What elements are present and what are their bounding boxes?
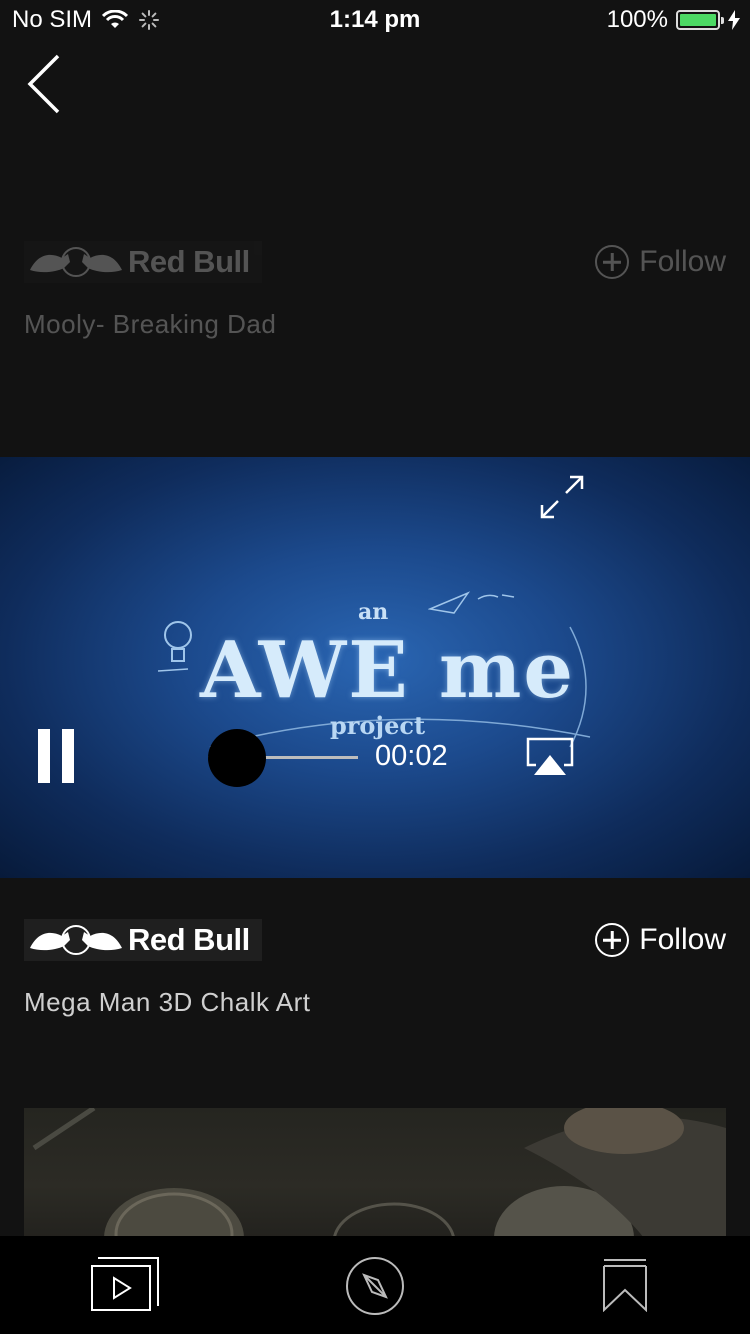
follow-label: Follow <box>639 245 726 278</box>
video-title[interactable]: Mega Man 3D Chalk Art <box>24 987 311 1018</box>
artwork-text-main: AWE me <box>200 625 575 716</box>
battery-icon <box>676 10 724 30</box>
pause-button[interactable] <box>36 729 76 783</box>
video-feed-icon <box>91 1257 159 1311</box>
compass-icon <box>346 1257 404 1315</box>
video-player[interactable]: an AWE me project 00:02 <box>0 457 750 878</box>
progress-scrubber[interactable] <box>208 729 266 787</box>
plus-circle-icon <box>595 923 630 957</box>
feed-item: Red Bull Follow Mooly- Breaking Dad <box>24 241 726 351</box>
video-title[interactable]: Mooly- Breaking Dad <box>24 309 276 340</box>
chalk-art-preview <box>32 1108 726 1238</box>
follow-button[interactable]: Follow <box>595 923 726 957</box>
tab-saved[interactable] <box>602 1256 648 1317</box>
status-right: 100% <box>607 6 740 34</box>
battery-level <box>680 14 716 26</box>
charging-bolt-icon <box>728 10 740 30</box>
airplay-button[interactable] <box>526 737 574 777</box>
chevron-left-icon <box>27 54 60 114</box>
video-thumbnail[interactable] <box>24 1108 726 1238</box>
brand-logo[interactable]: Red Bull <box>24 241 262 283</box>
red-bull-logo-icon <box>30 247 122 277</box>
artwork-text-small: an <box>358 599 389 625</box>
brand-name: Red Bull <box>128 922 250 957</box>
follow-button[interactable]: Follow <box>595 245 726 279</box>
tab-bar <box>0 1236 750 1334</box>
back-button[interactable] <box>22 52 70 116</box>
brand-logo[interactable]: Red Bull <box>24 919 262 961</box>
expand-arrows-icon <box>540 475 584 519</box>
battery-percent: 100% <box>606 6 668 33</box>
red-bull-logo-icon <box>30 925 122 955</box>
artwork-text-sub: project <box>330 711 426 740</box>
plus-circle-icon <box>595 245 630 279</box>
feed-item: Red Bull Follow Mega Man 3D Chalk Art <box>24 919 726 1029</box>
follow-label: Follow <box>639 923 726 956</box>
pause-icon <box>38 729 74 783</box>
bookmark-icon <box>603 1259 647 1313</box>
tab-feed[interactable] <box>88 1254 162 1319</box>
brand-name: Red Bull <box>128 244 250 279</box>
fullscreen-button[interactable] <box>538 473 586 521</box>
tab-explore[interactable] <box>344 1256 406 1321</box>
status-bar: No SIM 1:14 pm 100% <box>0 0 750 40</box>
elapsed-time: 00:02 <box>375 740 448 772</box>
airplay-icon <box>526 737 574 775</box>
